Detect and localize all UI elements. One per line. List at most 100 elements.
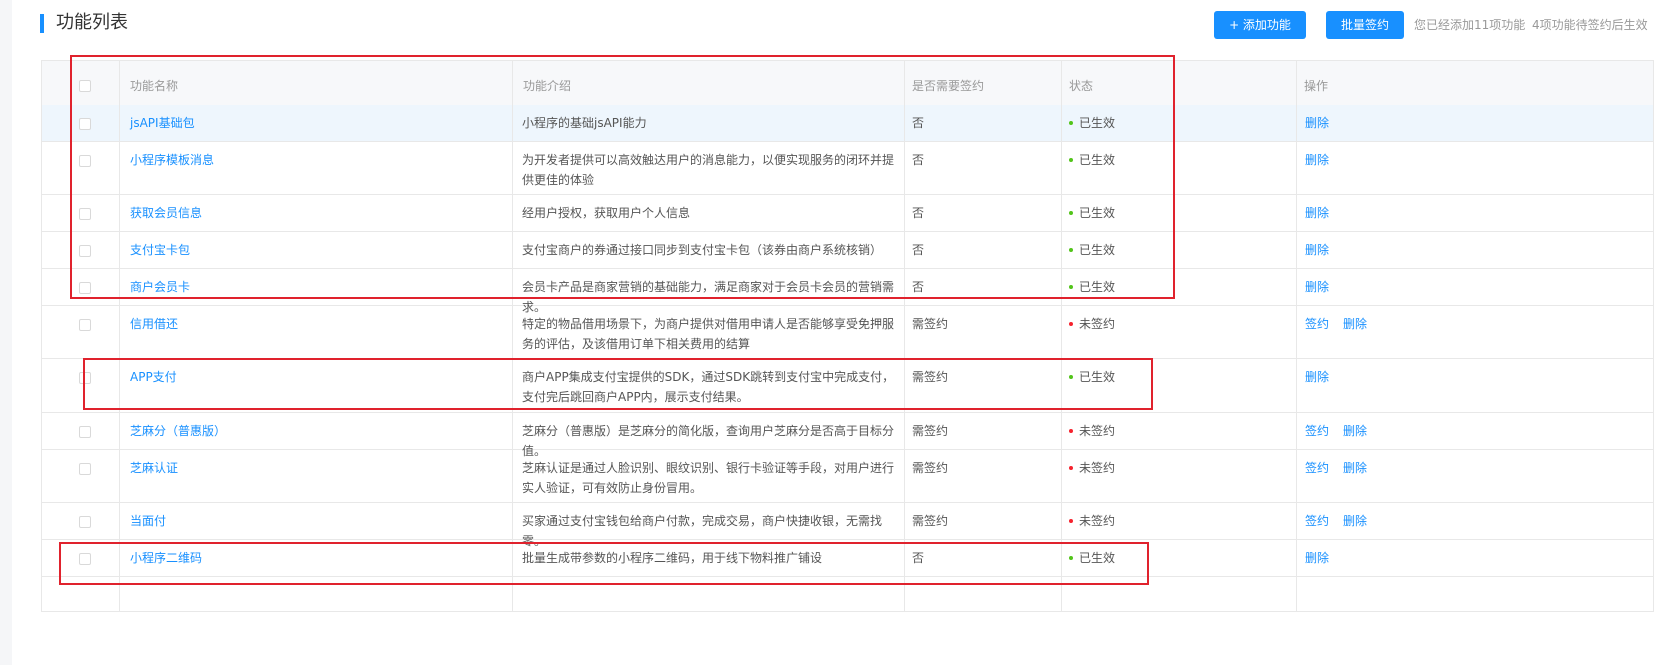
sign-required-value: 否 [912,551,925,565]
status-text: 已生效 [1079,280,1116,294]
status-dot-icon [1069,321,1073,326]
delete-link[interactable]: 删除 [1305,243,1329,257]
table-row: jsAPI基础包 小程序的基础jsAPI能力 否 已生效 删除 [42,105,1653,142]
feature-description: 批量生成带参数的小程序二维码，用于线下物料推广铺设 [522,551,823,565]
feature-name-link[interactable]: 商户会员卡 [130,277,490,297]
status-dot-icon [1069,555,1073,560]
status-dot-icon [1069,518,1073,523]
feature-name-link[interactable]: 支付宝卡包 [130,240,490,260]
row-checkbox[interactable] [79,118,91,130]
delete-link[interactable]: 删除 [1305,153,1329,167]
feature-name-link[interactable]: APP支付 [130,367,490,387]
operations-cell: 删除 [1305,277,1605,297]
column-header-ops: 操作 [1304,79,1329,93]
operations-cell: 删除 [1305,113,1605,133]
feature-name-link[interactable]: 当面付 [130,511,490,531]
delete-link[interactable]: 删除 [1305,280,1329,294]
delete-link[interactable]: 删除 [1343,424,1367,438]
sign-required-value: 需签约 [912,317,949,331]
status-cell: 未签约 [1069,314,1269,334]
column-header-name: 功能名称 [130,79,179,93]
table-row: 商户会员卡 会员卡产品是商家营销的基础能力，满足商家对于会员卡会员的营销需求。否已… [42,269,1653,314]
sign-required-value: 需签约 [912,424,949,438]
row-checkbox[interactable] [79,208,91,220]
add-feature-button[interactable]: + 添加功能 [1214,11,1306,39]
row-checkbox[interactable] [79,553,91,565]
sign-link[interactable]: 签约 [1305,424,1329,438]
row-checkbox[interactable] [79,245,91,257]
column-header-desc: 功能介绍 [523,79,572,93]
feature-name-link[interactable]: 小程序二维码 [130,548,490,568]
status-text: 未签约 [1079,514,1116,528]
delete-link[interactable]: 删除 [1343,461,1367,475]
row-checkbox[interactable] [79,426,91,438]
status-text: 已生效 [1079,243,1116,257]
sign-link[interactable]: 签约 [1305,514,1329,528]
row-checkbox[interactable] [79,372,91,384]
row-checkbox[interactable] [79,282,91,294]
status-cell: 已生效 [1069,203,1269,223]
table-row: 当面付 买家通过支付宝钱包给商户付款，完成交易，商户快捷收银，无需找零。 需签约 未签… [42,503,1653,548]
sign-link[interactable]: 签约 [1305,317,1329,331]
sign-required-value: 否 [912,243,925,257]
batch-sign-button[interactable]: 批量签约 [1326,11,1404,39]
table-row: APP支付 商户APP集成支付宝提供的SDK，通过SDK跳转到支付宝中完成支付，支… [42,359,1653,413]
feature-name-link[interactable]: 小程序模板消息 [130,150,490,170]
status-dot-icon [1069,120,1073,125]
delete-link[interactable]: 删除 [1343,317,1367,331]
sign-required-value: 否 [912,280,925,294]
status-cell: 已生效 [1069,367,1269,387]
status-text: 已生效 [1079,370,1116,384]
column-header-status: 状态 [1069,79,1094,93]
row-checkbox[interactable] [79,155,91,167]
feature-description: 经用户授权，获取用户个人信息 [522,206,691,220]
delete-link[interactable]: 删除 [1305,551,1329,565]
feature-description: 特定的物品借用场景下，为商户提供对借用申请人是否能够享受免押服务的评估，及该借用… [522,317,895,351]
status-cell: 已生效 [1069,150,1269,170]
sign-required-value: 需签约 [912,370,949,384]
status-dot-icon [1069,210,1073,215]
delete-link[interactable]: 删除 [1343,514,1367,528]
status-cell: 已生效 [1069,277,1269,297]
feature-name-link[interactable]: jsAPI基础包 [130,113,490,133]
feature-name-link[interactable]: 芝麻认证 [130,458,490,478]
status-cell: 已生效 [1069,113,1269,133]
status-cell: 已生效 [1069,548,1269,568]
status-text: 已生效 [1079,153,1116,167]
status-dot-icon [1069,428,1073,433]
select-all-checkbox[interactable] [79,80,91,92]
operations-cell: 签约 删除 [1305,314,1605,334]
delete-link[interactable]: 删除 [1305,206,1329,220]
column-divider [1296,61,1297,611]
page-title: 功能列表 [56,12,128,33]
feature-description: 支付宝商户的券通过接口同步到支付宝卡包（该券由商户系统核销） [522,243,883,257]
status-cell: 未签约 [1069,421,1269,441]
column-header-sign: 是否需要签约 [912,79,985,93]
column-divider [904,61,905,611]
sign-link[interactable]: 签约 [1305,461,1329,475]
sign-required-value: 否 [912,116,925,130]
operations-cell: 签约 删除 [1305,421,1605,441]
table-row: 信用借还 特定的物品借用场景下，为商户提供对借用申请人是否能够享受免押服务的评估，… [42,306,1653,359]
delete-link[interactable]: 删除 [1305,370,1329,384]
status-dot-icon [1069,374,1073,379]
feature-name-link[interactable]: 获取会员信息 [130,203,490,223]
row-checkbox[interactable] [79,319,91,331]
status-dot-icon [1069,465,1073,470]
title-accent-bar [40,14,44,33]
left-sidebar-strip [0,0,12,665]
row-checkbox[interactable] [79,463,91,475]
operations-cell: 签约 删除 [1305,458,1605,478]
table-header: 功能名称 功能介绍 是否需要签约 状态 操作 [42,61,1653,111]
table-row: 芝麻认证 芝麻认证是通过人脸识别、眼纹识别、银行卡验证等手段，对用户进行实人验证，… [42,450,1653,503]
row-checkbox[interactable] [79,516,91,528]
feature-name-link[interactable]: 芝麻分（普惠版） [130,421,490,441]
feature-name-link[interactable]: 信用借还 [130,314,490,334]
table-row: 芝麻分（普惠版） 芝麻分（普惠版）是芝麻分的简化版，查询用户芝麻分是否高于目标分值… [42,413,1653,458]
table-row: 获取会员信息 经用户授权，获取用户个人信息 否 已生效 删除 [42,195,1653,232]
delete-link[interactable]: 删除 [1305,116,1329,130]
sign-required-value: 需签约 [912,514,949,528]
status-cell: 已生效 [1069,240,1269,260]
status-dot-icon [1069,284,1073,289]
sign-required-value: 否 [912,153,925,167]
